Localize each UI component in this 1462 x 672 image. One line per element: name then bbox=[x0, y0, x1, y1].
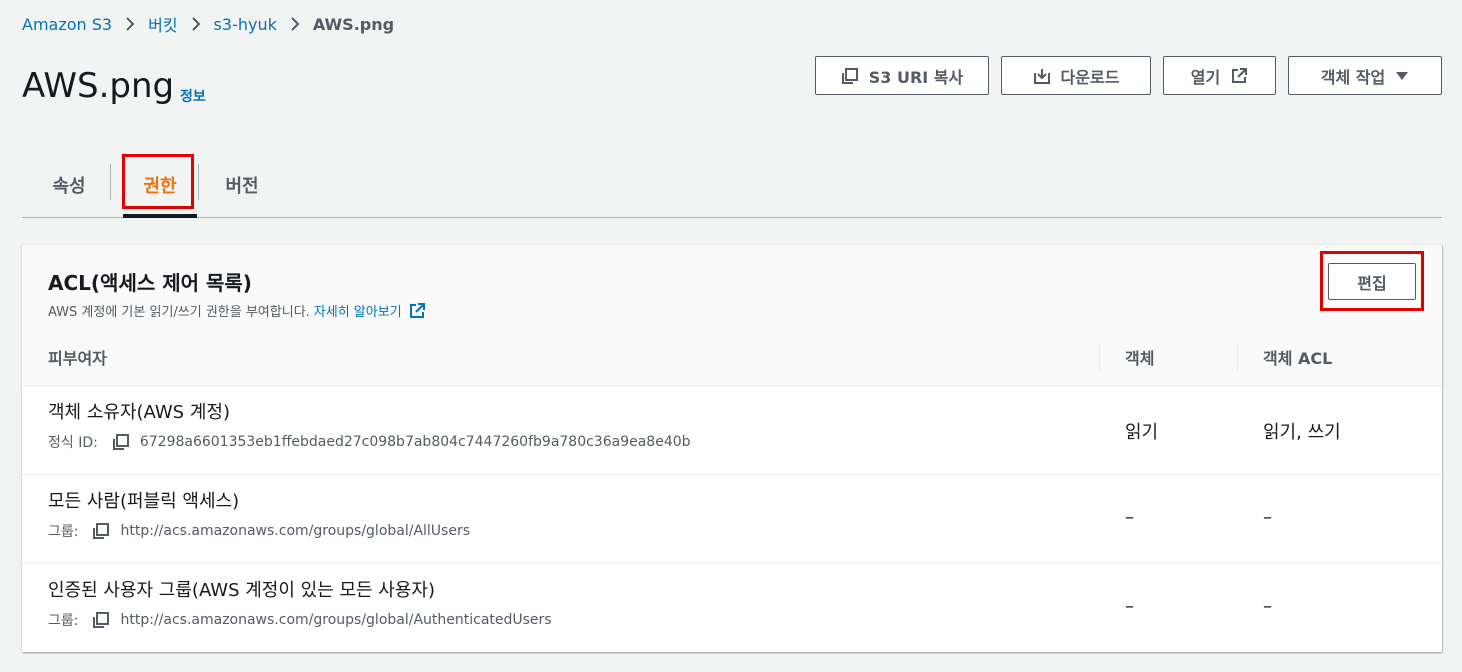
chevron-right-icon bbox=[191, 16, 201, 32]
download-button[interactable]: 다운로드 bbox=[1001, 56, 1151, 95]
column-divider bbox=[1237, 343, 1238, 371]
tab-divider bbox=[198, 164, 199, 200]
object-actions-label: 객체 작업 bbox=[1320, 67, 1386, 87]
breadcrumb-buckets[interactable]: 버킷 bbox=[148, 12, 177, 36]
copy-s3-uri-label: S3 URI 복사 bbox=[868, 67, 964, 87]
acl-description-text: AWS 계정에 기본 읽기/쓰기 권한을 부여합니다. bbox=[48, 305, 310, 320]
breadcrumb-bucket-name[interactable]: s3-hyuk bbox=[214, 15, 277, 34]
grantee-detail-value: 67298a6601353eb1ffebdaed27c098b7ab804c74… bbox=[139, 434, 691, 450]
grantee-detail: 정식 ID: 67298a6601353eb1ffebdaed27c098b7a… bbox=[48, 432, 691, 452]
object-acl-permission: – bbox=[1263, 507, 1272, 528]
info-link[interactable]: 정보 bbox=[180, 86, 206, 106]
download-icon bbox=[1033, 67, 1051, 85]
caret-down-icon bbox=[1395, 71, 1409, 81]
object-acl-permission: 읽기, 쓰기 bbox=[1263, 422, 1341, 443]
grantee-detail-value: http://acs.amazonaws.com/groups/global/A… bbox=[120, 523, 471, 539]
learn-more-link[interactable]: 자세히 알아보기 bbox=[314, 301, 402, 320]
download-label: 다운로드 bbox=[1060, 67, 1120, 87]
copy-icon[interactable] bbox=[92, 522, 110, 540]
table-row: 인증된 사용자 그룹(AWS 계정이 있는 모든 사용자) 그룹: http:/… bbox=[22, 563, 1442, 652]
chevron-right-icon bbox=[290, 16, 300, 32]
tab-bar: 속성 권한 버전 bbox=[22, 152, 1442, 218]
acl-title: ACL(액세스 제어 목록) bbox=[48, 271, 252, 295]
tab-properties[interactable]: 속성 bbox=[40, 152, 98, 217]
grantee-name: 모든 사람(퍼블릭 액세스) bbox=[48, 491, 240, 512]
object-actions-dropdown[interactable]: 객체 작업 bbox=[1288, 56, 1442, 95]
copy-s3-uri-button[interactable]: S3 URI 복사 bbox=[815, 56, 989, 95]
object-acl-permission: – bbox=[1263, 596, 1272, 617]
copy-icon[interactable] bbox=[92, 611, 110, 629]
edit-button[interactable]: 편집 bbox=[1328, 263, 1416, 300]
column-header-grantee: 피부여자 bbox=[48, 349, 107, 368]
table-row: 모든 사람(퍼블릭 액세스) 그룹: http://acs.amazonaws.… bbox=[22, 474, 1442, 563]
acl-panel: ACL(액세스 제어 목록) AWS 계정에 기본 읽기/쓰기 권한을 부여합니… bbox=[22, 244, 1442, 652]
grantee-name: 인증된 사용자 그룹(AWS 계정이 있는 모든 사용자) bbox=[48, 580, 436, 601]
tab-permissions[interactable]: 권한 bbox=[123, 152, 197, 218]
page-title: AWS.png bbox=[22, 66, 175, 106]
tab-divider bbox=[110, 164, 111, 200]
grantee-detail: 그룹: http://acs.amazonaws.com/groups/glob… bbox=[48, 521, 470, 541]
breadcrumb: Amazon S3 버킷 s3-hyuk AWS.png bbox=[22, 12, 394, 36]
column-divider bbox=[1099, 343, 1100, 371]
open-button[interactable]: 열기 bbox=[1163, 56, 1276, 95]
grantee-detail-value: http://acs.amazonaws.com/groups/global/A… bbox=[120, 612, 552, 628]
grantee-detail-label: 정식 ID: bbox=[48, 435, 98, 451]
open-label: 열기 bbox=[1190, 67, 1221, 87]
object-permission: – bbox=[1125, 507, 1134, 528]
column-header-object-acl: 객체 ACL bbox=[1263, 349, 1333, 368]
copy-icon[interactable] bbox=[112, 433, 130, 451]
external-link-icon bbox=[1230, 67, 1248, 85]
grantee-detail: 그룹: http://acs.amazonaws.com/groups/glob… bbox=[48, 610, 552, 630]
grantee-detail-label: 그룹: bbox=[48, 524, 79, 540]
table-row: 객체 소유자(AWS 계정) 정식 ID: 67298a6601353eb1ff… bbox=[22, 385, 1442, 474]
object-permission: 읽기 bbox=[1125, 422, 1159, 443]
acl-description: AWS 계정에 기본 읽기/쓰기 권한을 부여합니다. 자세히 알아보기 bbox=[48, 301, 426, 320]
external-link-icon[interactable] bbox=[408, 302, 426, 320]
chevron-right-icon bbox=[125, 16, 135, 32]
tab-versions[interactable]: 버전 bbox=[212, 152, 272, 217]
breadcrumb-amazon-s3[interactable]: Amazon S3 bbox=[22, 15, 112, 34]
breadcrumb-current: AWS.png bbox=[312, 14, 395, 34]
copy-icon bbox=[841, 67, 859, 85]
column-header-object: 객체 bbox=[1125, 349, 1155, 368]
grantee-name: 객체 소유자(AWS 계정) bbox=[48, 402, 230, 423]
grantee-detail-label: 그룹: bbox=[48, 613, 79, 629]
object-permission: – bbox=[1125, 596, 1134, 617]
